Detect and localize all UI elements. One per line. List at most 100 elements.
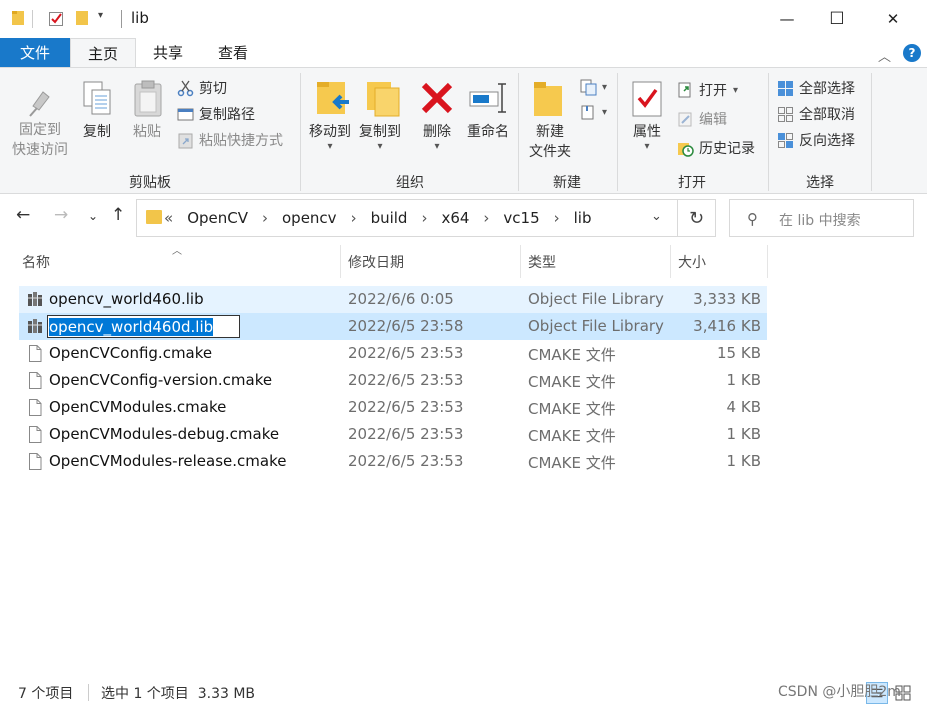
select-all-label: 全部选择 <box>799 81 855 97</box>
file-date: 2022/6/5 23:53 <box>348 452 464 470</box>
new-folder-icon[interactable] <box>74 9 90 27</box>
file-row[interactable]: OpenCVConfig-version.cmake 2022/6/5 23:53… <box>19 367 767 394</box>
move-to-button[interactable]: 移动到 ▾ <box>304 122 356 152</box>
chevron-right-icon[interactable]: › <box>262 209 268 227</box>
paste-shortcut-label: 粘贴快捷方式 <box>199 133 283 149</box>
group-separator <box>300 73 301 191</box>
column-divider[interactable] <box>767 245 768 278</box>
customize-toolbar-dropdown[interactable]: ▾ <box>98 10 103 21</box>
column-divider[interactable] <box>670 245 671 278</box>
search-input[interactable]: 在 lib 中搜索 <box>779 210 861 230</box>
easy-access-icon <box>581 105 594 119</box>
file-name: OpenCVConfig.cmake <box>49 344 213 362</box>
paste-icon <box>134 80 162 117</box>
edit-button[interactable]: 编辑 <box>677 108 727 130</box>
edit-label: 编辑 <box>699 112 727 128</box>
paste-shortcut-button[interactable]: 粘贴快捷方式 <box>177 129 283 151</box>
cut-button[interactable]: 剪切 <box>177 77 227 99</box>
move-to-icon <box>317 82 349 114</box>
breadcrumb-vc15[interactable]: vc15 <box>503 209 539 227</box>
file-row[interactable]: OpenCVModules.cmake 2022/6/5 23:53 CMAKE 文… <box>19 394 767 421</box>
file-row[interactable]: opencv_world460d.lib 2022/6/5 23:58 Objec… <box>19 313 767 340</box>
copy-path-button[interactable]: 复制路径 <box>177 103 255 125</box>
file-row[interactable]: OpenCVModules-release.cmake 2022/6/5 23:5… <box>19 448 767 475</box>
breadcrumb-opencv-root[interactable]: OpenCV <box>187 209 248 227</box>
minimize-button[interactable]: — <box>764 0 810 38</box>
search-box[interactable]: ⚲ 在 lib 中搜索 <box>729 199 914 237</box>
tab-home[interactable]: 主页 <box>70 38 136 67</box>
tab-file[interactable]: 文件 <box>0 38 70 67</box>
copy-to-label: 复制到 <box>359 124 401 140</box>
file-row[interactable]: OpenCVModules-debug.cmake 2022/6/5 23:53 C… <box>19 421 767 448</box>
group-separator <box>768 73 769 191</box>
open-button[interactable]: 打开 ▾ <box>677 79 738 101</box>
file-type: Object File Library <box>528 290 664 308</box>
column-date-modified[interactable]: 修改日期 <box>348 252 404 272</box>
select-none-button[interactable]: 全部取消 <box>777 103 855 125</box>
file-row[interactable]: OpenCVConfig.cmake 2022/6/5 23:53 CMAKE 文件… <box>19 340 767 367</box>
forward-button[interactable]: → <box>54 205 68 225</box>
breadcrumb: « OpenCV › opencv › build › x64 › vc15 ›… <box>164 209 606 227</box>
column-size[interactable]: 大小 <box>678 252 706 272</box>
column-divider[interactable] <box>340 245 341 278</box>
breadcrumb-build[interactable]: build <box>371 209 408 227</box>
new-item-button[interactable]: ▾ <box>580 76 607 98</box>
maximize-button[interactable]: ☐ <box>814 0 860 38</box>
copy-button[interactable]: 复制 <box>76 122 118 142</box>
delete-button[interactable]: 删除 ▾ <box>416 122 458 152</box>
invert-selection-button[interactable]: 反向选择 <box>777 129 855 151</box>
copy-to-button[interactable]: 复制到 ▾ <box>354 122 406 152</box>
refresh-button[interactable]: ↻ <box>678 199 716 237</box>
file-icon <box>29 345 42 362</box>
help-icon[interactable]: ? <box>903 44 921 62</box>
chevron-right-icon[interactable]: › <box>554 209 560 227</box>
chevron-right-icon[interactable]: › <box>421 209 427 227</box>
up-button[interactable]: ↑ <box>111 205 125 225</box>
watermark: CSDN @小胆胆2m <box>778 684 901 700</box>
file-size: 4 KB <box>726 398 761 416</box>
easy-access-button[interactable]: ▾ <box>580 101 607 123</box>
file-date: 2022/6/5 23:53 <box>348 344 464 362</box>
file-row[interactable]: opencv_world460.lib 2022/6/6 0:05 Object F… <box>19 286 767 313</box>
properties-button[interactable]: 属性 ▾ <box>624 122 670 152</box>
lib-icon <box>28 292 42 306</box>
new-folder-button[interactable]: 新建 文件夹 <box>522 122 578 162</box>
select-all-button[interactable]: 全部选择 <box>777 77 855 99</box>
file-icon <box>29 399 42 416</box>
breadcrumb-opencv[interactable]: opencv <box>282 209 337 227</box>
chevron-right-icon[interactable]: › <box>351 209 357 227</box>
tab-share[interactable]: 共享 <box>138 38 198 67</box>
invert-selection-icon <box>778 132 793 148</box>
file-name: OpenCVModules.cmake <box>49 398 227 416</box>
folder-icon <box>12 11 24 25</box>
file-date: 2022/6/5 23:53 <box>348 425 464 443</box>
back-button[interactable]: ← <box>16 205 30 225</box>
rename-input[interactable]: opencv_world460d.lib <box>47 315 240 338</box>
column-name[interactable]: 名称 <box>22 252 50 272</box>
tab-view[interactable]: 查看 <box>203 38 263 67</box>
recent-locations-dropdown[interactable]: ⌄ <box>88 209 98 223</box>
column-type[interactable]: 类型 <box>528 252 556 272</box>
file-type: CMAKE 文件 <box>528 454 616 472</box>
file-size: 15 KB <box>717 344 761 362</box>
file-date: 2022/6/5 23:53 <box>348 371 464 389</box>
close-button[interactable]: ✕ <box>870 0 916 38</box>
properties-label: 属性 <box>633 124 661 140</box>
copy-icon <box>83 81 111 115</box>
overflow-chevron[interactable]: « <box>164 209 173 227</box>
open-dropdown-icon: ▾ <box>733 84 739 96</box>
chevron-right-icon[interactable]: › <box>483 209 489 227</box>
properties-icon[interactable] <box>48 9 64 27</box>
new-folder-icon <box>534 82 562 116</box>
address-bar[interactable]: « OpenCV › opencv › build › x64 › vc15 ›… <box>136 199 678 237</box>
properties-icon <box>632 81 662 117</box>
rename-button[interactable]: 重命名 <box>463 122 513 142</box>
breadcrumb-x64[interactable]: x64 <box>441 209 469 227</box>
pin-to-quick-access-button[interactable]: 固定到 快速访问 <box>5 120 75 160</box>
address-dropdown-icon[interactable]: ⌄ <box>651 209 662 224</box>
column-divider[interactable] <box>520 245 521 278</box>
collapse-ribbon-icon[interactable]: ︿ <box>878 46 891 65</box>
history-button[interactable]: 历史记录 <box>677 137 755 159</box>
paste-button[interactable]: 粘贴 <box>126 122 168 142</box>
breadcrumb-lib[interactable]: lib <box>574 209 592 227</box>
